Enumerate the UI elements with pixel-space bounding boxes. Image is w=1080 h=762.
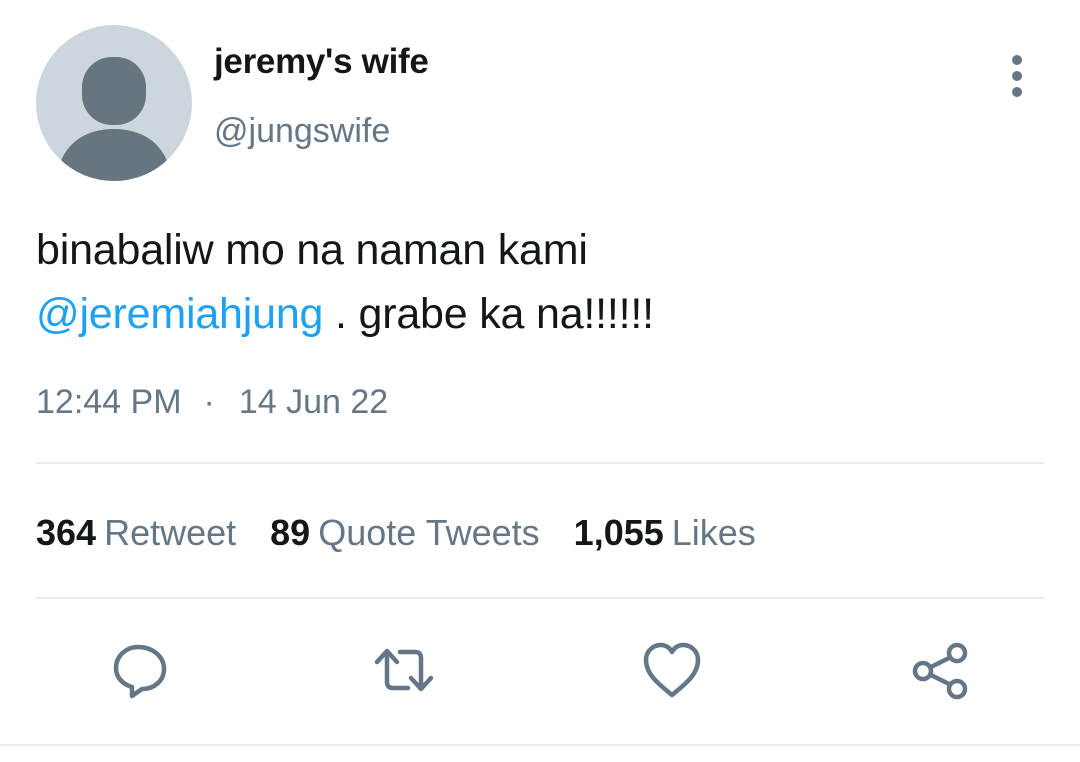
avatar[interactable] <box>36 25 192 181</box>
like-label: Likes <box>671 512 756 553</box>
tweet-text-line: binabaliw mo na naman kami <box>36 226 588 274</box>
divider <box>36 462 1044 464</box>
divider <box>36 597 1044 599</box>
meta-separator: · <box>203 383 215 421</box>
tweet-date: 14 Jun 22 <box>238 383 389 421</box>
reply-icon <box>113 644 167 699</box>
tweet-text: binabaliw mo na naman kami @jeremiahjung… <box>36 218 1036 346</box>
reply-button[interactable] <box>108 638 172 702</box>
divider <box>0 744 1080 746</box>
retweet-count: 364 <box>36 512 97 553</box>
heart-icon <box>643 642 701 698</box>
like-count: 1,055 <box>573 512 664 553</box>
tweet-detail: jeremy's wife @jungswife binabaliw mo na… <box>0 0 1080 762</box>
tweet-timestamp[interactable]: 12:44 PM · 14 Jun 22 <box>36 383 388 422</box>
quote-count-link[interactable]: 89 Quote Tweets <box>270 512 540 554</box>
more-vertical-icon <box>1012 55 1022 97</box>
retweet-label: Retweet <box>104 512 237 553</box>
share-button[interactable] <box>908 638 972 702</box>
retweet-count-link[interactable]: 364 Retweet <box>36 512 236 554</box>
author-handle[interactable]: @jungswife <box>214 112 390 151</box>
tweet-text-tail: . grabe ka na!!!!!! <box>323 290 654 338</box>
engagement-stats: 364 Retweet 89 Quote Tweets 1,055 Likes <box>36 512 790 554</box>
retweet-button[interactable] <box>372 638 436 702</box>
like-count-link[interactable]: 1,055 Likes <box>574 512 756 554</box>
more-options-button[interactable] <box>996 52 1038 100</box>
like-button[interactable] <box>640 638 704 702</box>
share-icon <box>912 642 968 700</box>
tweet-time: 12:44 PM <box>36 383 182 421</box>
default-profile-icon <box>56 57 172 181</box>
author-display-name[interactable]: jeremy's wife <box>214 42 429 82</box>
quote-label: Quote Tweets <box>318 512 540 553</box>
retweet-icon <box>374 648 434 692</box>
quote-count: 89 <box>270 512 311 553</box>
mention-link[interactable]: @jeremiahjung <box>36 290 323 338</box>
